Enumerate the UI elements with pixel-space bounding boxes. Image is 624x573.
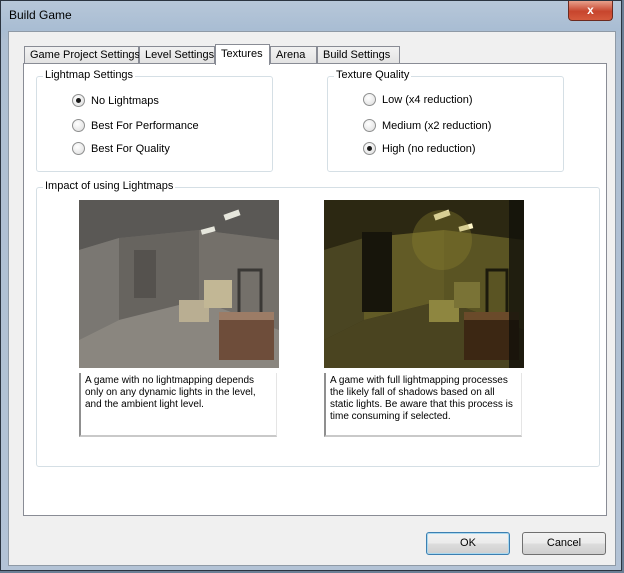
radio-label: High (no reduction) xyxy=(382,143,476,155)
radio-label: Best For Quality xyxy=(91,143,170,155)
radio-label: Low (x4 reduction) xyxy=(382,94,473,106)
radio-medium-quality[interactable]: Medium (x2 reduction) xyxy=(363,118,492,133)
dialog-client-area: Game Project Settings Level Settings Tex… xyxy=(8,31,616,566)
title-bar[interactable]: Build Game x xyxy=(1,1,621,31)
window-title: Build Game xyxy=(9,8,72,22)
radio-unchecked-icon[interactable] xyxy=(363,92,376,106)
tab-build-settings[interactable]: Build Settings xyxy=(317,46,400,63)
radio-low-quality[interactable]: Low (x4 reduction) xyxy=(363,92,473,107)
radio-checked-icon[interactable] xyxy=(363,141,376,155)
cancel-button[interactable]: Cancel xyxy=(522,532,606,555)
full-lightmap-caption: A game with full lightmapping processes … xyxy=(324,373,522,437)
radio-no-lightmaps[interactable]: No Lightmaps xyxy=(72,93,159,108)
radio-unchecked-icon[interactable] xyxy=(363,118,376,132)
tab-game-project-settings[interactable]: Game Project Settings xyxy=(24,46,140,63)
close-button[interactable]: x xyxy=(568,1,613,21)
radio-unchecked-icon[interactable] xyxy=(72,118,85,132)
tab-level-settings[interactable]: Level Settings xyxy=(139,46,215,63)
radio-checked-icon[interactable] xyxy=(72,93,85,107)
radio-best-for-quality[interactable]: Best For Quality xyxy=(72,141,170,156)
impact-of-lightmaps-group: Impact of using Lightmaps A game with no… xyxy=(36,180,600,467)
lightmap-settings-title: Lightmap Settings xyxy=(43,69,136,81)
texture-quality-title: Texture Quality xyxy=(334,69,412,81)
no-lightmap-preview-image xyxy=(79,200,279,368)
ok-button[interactable]: OK xyxy=(426,532,510,555)
radio-best-for-performance[interactable]: Best For Performance xyxy=(72,118,199,133)
radio-label: Best For Performance xyxy=(91,120,199,132)
tab-arena[interactable]: Arena xyxy=(270,46,317,63)
impact-title: Impact of using Lightmaps xyxy=(43,180,176,192)
no-lightmap-caption: A game with no lightmapping depends only… xyxy=(79,373,277,437)
radio-unchecked-icon[interactable] xyxy=(72,141,85,155)
textures-tab-panel: Lightmap Settings No Lightmaps Best For … xyxy=(23,63,607,516)
radio-label: No Lightmaps xyxy=(91,95,159,107)
full-lightmap-preview-image xyxy=(324,200,524,368)
texture-quality-group: Texture Quality Low (x4 reduction) Mediu… xyxy=(327,69,564,172)
build-game-window: Build Game x Game Project Settings Level… xyxy=(0,0,622,571)
tab-textures[interactable]: Textures xyxy=(215,44,270,65)
lightmap-settings-group: Lightmap Settings No Lightmaps Best For … xyxy=(36,69,273,172)
radio-high-quality[interactable]: High (no reduction) xyxy=(363,141,476,156)
radio-label: Medium (x2 reduction) xyxy=(382,120,492,132)
